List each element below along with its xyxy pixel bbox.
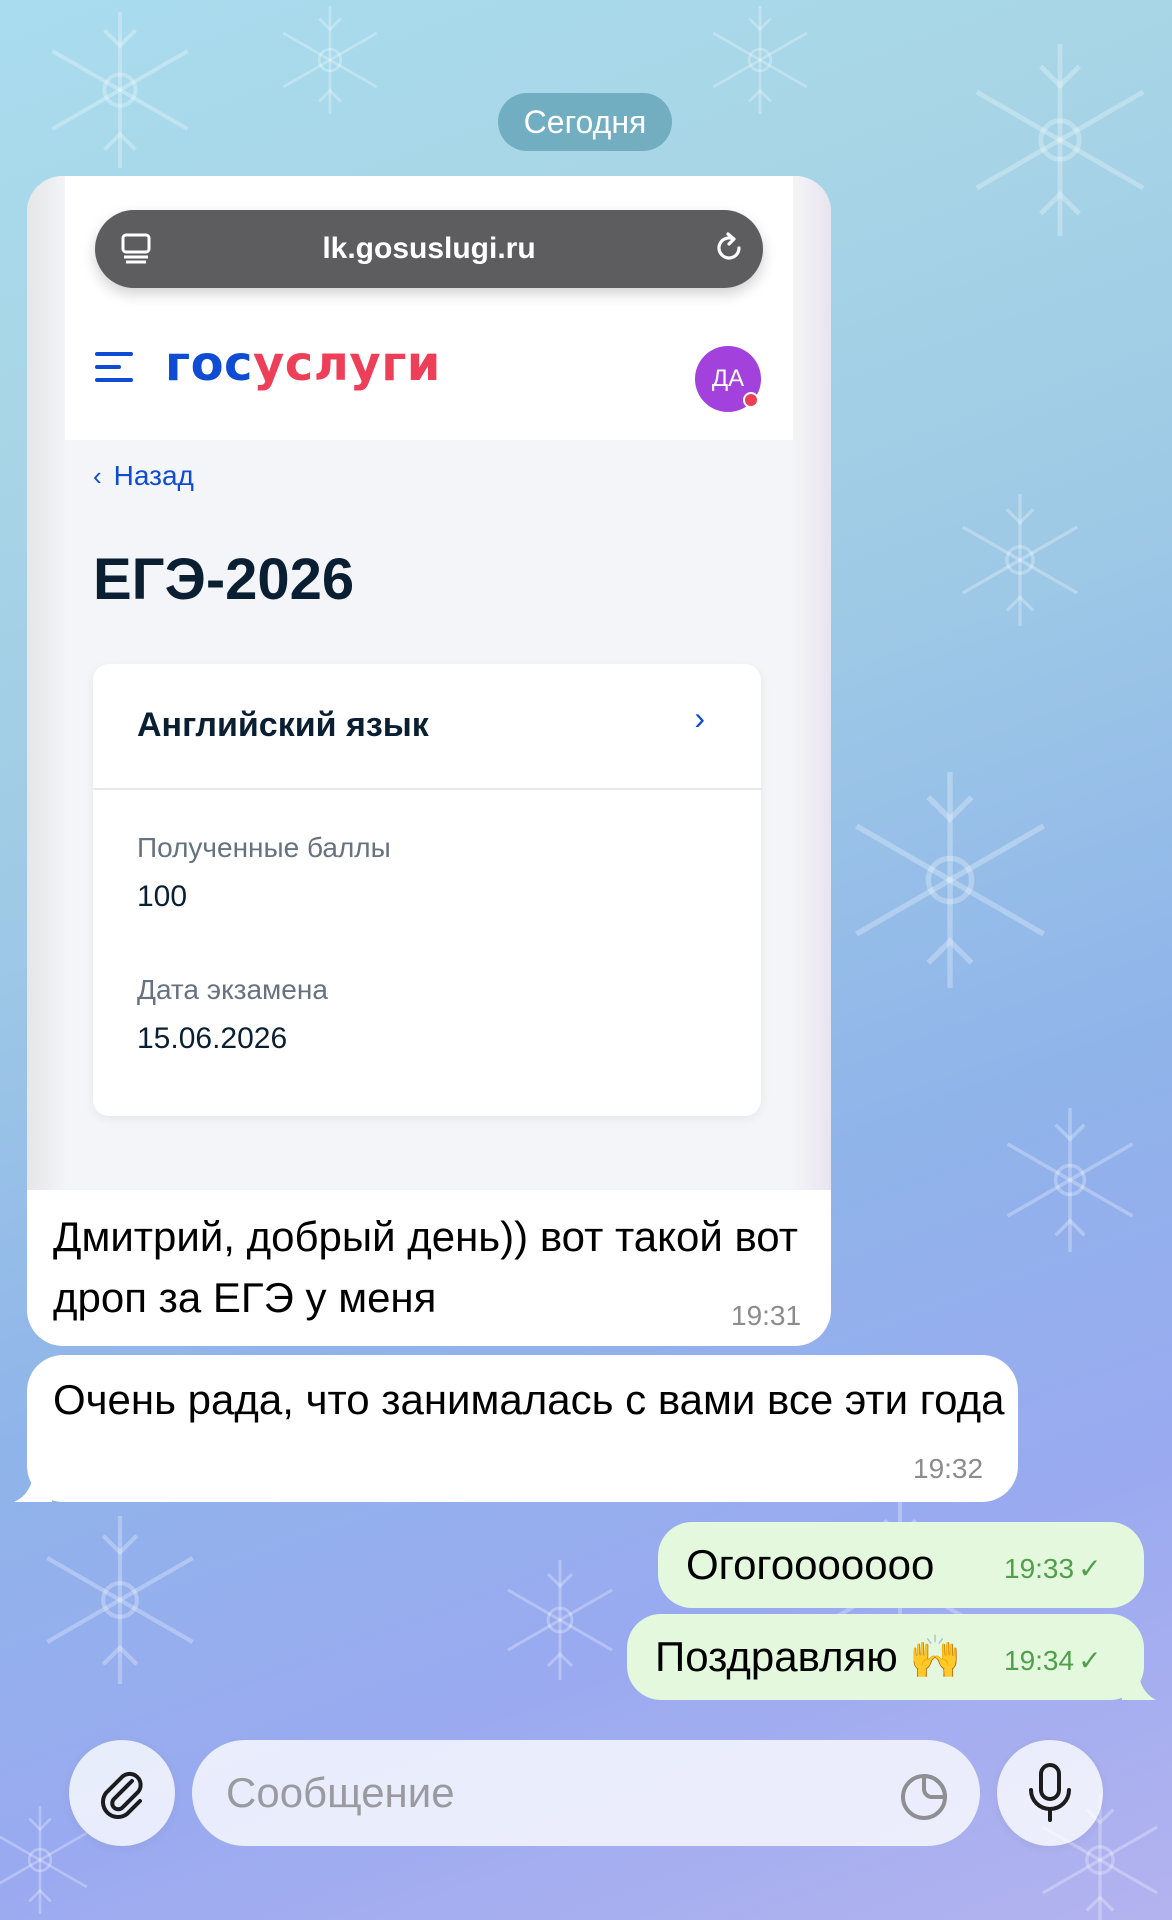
gosuslugi-logo: госуслуги [165,336,441,392]
browser-url-bar: lk.gosuslugi.ru [95,210,763,288]
paperclip-icon [101,1771,143,1819]
bubble-tail [1122,1670,1156,1700]
exam-date-label: Дата экзамена [137,974,328,1005]
hamburger-menu-icon [95,352,133,382]
message-text: Дмитрий, добрый день)) вот такой вот дро… [53,1213,798,1321]
sticker-icon[interactable] [898,1771,954,1821]
message-status: 19:34 ✓ [1004,1644,1102,1677]
notification-dot [743,392,759,408]
incoming-message-with-photo[interactable]: lk.gosuslugi.ru госуслуги ДА ‹ Назад ЕГЭ… [27,176,831,1346]
date-separator: Сегодня [498,93,672,151]
microphone-icon [1029,1763,1071,1822]
message-text: Поздравляю 🙌 [655,1633,962,1680]
message-time: 19:34 [1004,1645,1075,1676]
page-title: ЕГЭ-2026 [93,547,355,612]
message-time: 19:32 [913,1453,984,1484]
score-label: Полученные баллы [137,832,391,863]
reload-icon [717,232,741,260]
outgoing-message[interactable]: Огогооооооо 19:33 ✓ [658,1522,1144,1608]
gosuslugi-header: госуслуги ДА [65,306,793,440]
chevron-left-icon: ‹ [93,461,102,491]
user-avatar: ДА [695,346,761,412]
voice-message-button[interactable] [997,1740,1103,1846]
message-text: Огогооооооо [686,1541,935,1588]
exam-date-value: 15.06.2026 [137,1022,288,1055]
photo-screenshot-content: lk.gosuslugi.ru госуслуги ДА ‹ Назад ЕГЭ… [65,176,793,1190]
outgoing-message[interactable]: Поздравляю 🙌 19:34 ✓ [627,1614,1144,1700]
read-check-icon: ✓ [1078,1645,1102,1676]
message-time: 19:33 [1004,1553,1075,1584]
read-check-icon: ✓ [1078,1553,1102,1584]
browser-url: lk.gosuslugi.ru [322,232,536,265]
message-photo[interactable]: lk.gosuslugi.ru госуслуги ДА ‹ Назад ЕГЭ… [27,176,831,1190]
exam-subject: Английский язык [137,706,429,744]
message-time: 19:31 [731,1300,802,1331]
back-link: ‹ Назад [93,460,194,491]
score-value: 100 [137,880,188,913]
message-input[interactable] [192,1740,980,1846]
bubble-tail [14,1470,52,1502]
exam-result-card: Английский язык › Полученные баллы 100 Д… [93,664,761,1116]
message-text: Очень рада, что занималась с вами все эт… [53,1376,1005,1423]
incoming-message[interactable]: Очень рада, что занималась с вами все эт… [27,1355,1018,1502]
message-status: 19:33 ✓ [1004,1552,1102,1585]
attach-button[interactable] [69,1740,175,1846]
chevron-right-icon: › [694,700,705,736]
